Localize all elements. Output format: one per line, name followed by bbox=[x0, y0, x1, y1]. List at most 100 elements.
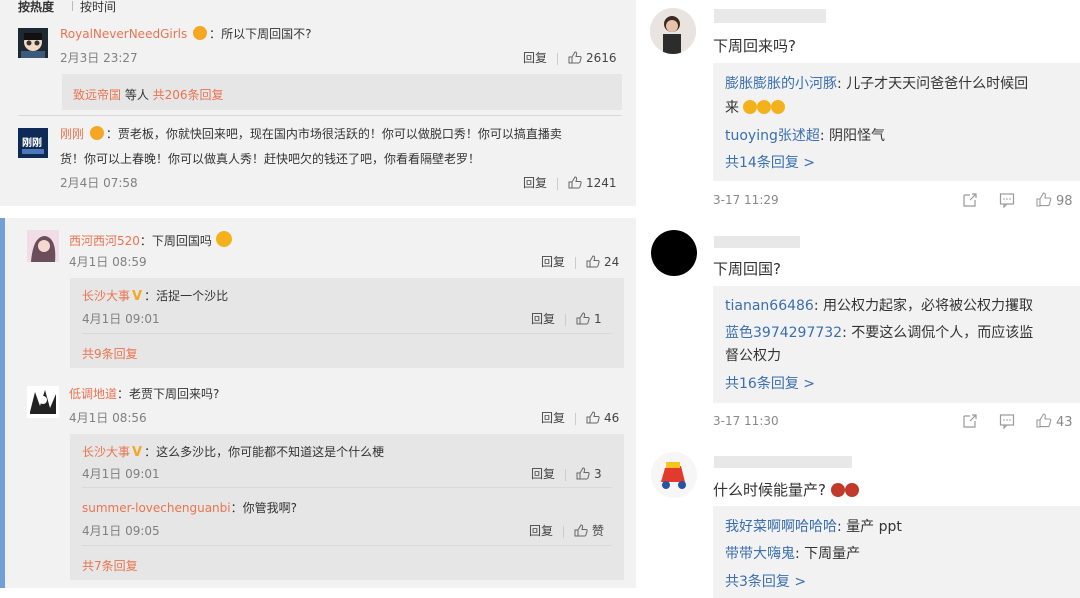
top-comment-panel: 按热度 按时间 RoyalNeverNeedGirls ：所以下周回国不? 2月… bbox=[0, 0, 636, 206]
divider bbox=[557, 177, 559, 190]
reply-text: : 下周量产 bbox=[795, 546, 861, 562]
comment-line: 刚刚 ：贾老板，你就快回来吧，现在国内市场很活跃的！你可以做脱口秀！你可以搞直播… bbox=[60, 125, 562, 142]
reply-button[interactable]: 回复 bbox=[529, 524, 553, 538]
thumb-up-icon bbox=[576, 312, 590, 325]
comment-text: ：贾老板，你就快回来吧，现在国内市场很活跃的！你可以做脱口秀！你可以搞直播卖 bbox=[105, 127, 562, 141]
reply-text: ：活捉一个沙比 bbox=[144, 289, 229, 303]
avatar[interactable] bbox=[18, 28, 48, 58]
reply-button[interactable]: 回复 bbox=[541, 255, 565, 269]
comment-button[interactable] bbox=[999, 192, 1015, 212]
comment-actions: 回复 24 bbox=[541, 253, 619, 270]
reply-username[interactable]: 带带大嗨鬼 bbox=[725, 546, 795, 562]
comment-line: RoyalNeverNeedGirls ：所以下周回国不? bbox=[60, 26, 312, 41]
comment-text: 下周回国? bbox=[713, 260, 781, 278]
like-button[interactable]: 46 bbox=[586, 411, 619, 425]
reply-button[interactable]: 回复 bbox=[531, 312, 555, 326]
reply-username[interactable]: tuoying张述超 bbox=[725, 128, 820, 144]
angry-bird-emoji-icon bbox=[830, 483, 845, 497]
thumb-up-icon bbox=[568, 51, 582, 64]
reply-username[interactable]: 蓝色3974297732 bbox=[725, 325, 842, 341]
reply-line: summer-lovechenguanbi：你管我啊? bbox=[82, 499, 297, 516]
comment-username[interactable]: 低调地道 bbox=[69, 387, 117, 401]
comment-text: 所以下周回国不? bbox=[221, 27, 312, 41]
like-button[interactable]: 赞 bbox=[574, 524, 604, 538]
avatar[interactable] bbox=[27, 386, 59, 418]
avatar[interactable] bbox=[651, 452, 697, 498]
like-button[interactable]: 24 bbox=[586, 255, 619, 269]
reply-text: : 不要这么调侃个人，而应该监 bbox=[842, 325, 1034, 341]
view-replies-link[interactable]: 共9条回复 bbox=[82, 345, 138, 362]
thumb-up-icon bbox=[574, 524, 588, 537]
like-button[interactable]: 1 bbox=[576, 312, 602, 326]
reply-username[interactable]: 膨胀膨胀的小河豚 bbox=[725, 76, 837, 92]
share-button[interactable] bbox=[962, 192, 978, 212]
reply-button[interactable]: 回复 bbox=[523, 51, 547, 65]
comment-actions: 回复 2616 bbox=[523, 49, 617, 66]
comment-time: 4月1日 08:59 bbox=[69, 255, 147, 269]
sort-by-time-tab[interactable]: 按时间 bbox=[80, 0, 116, 15]
sub-reply-user[interactable]: 致远帝国 bbox=[73, 88, 121, 102]
reply-button[interactable]: 回复 bbox=[531, 467, 555, 481]
comment-actions: 回复 46 bbox=[541, 409, 619, 426]
reply-text: ：你管我啊? bbox=[230, 501, 297, 515]
comment-icon bbox=[999, 193, 1015, 209]
dog-emoji-icon bbox=[215, 231, 232, 247]
avatar[interactable] bbox=[27, 230, 59, 262]
reply-text: ：这么多沙比，你可能都不知道这是个什么梗 bbox=[144, 445, 385, 459]
reply-line: tuoying张述超: 阴阳怪气 bbox=[725, 125, 885, 145]
share-button[interactable] bbox=[962, 413, 978, 433]
anime-avatar-icon bbox=[18, 28, 48, 58]
scroll-accent bbox=[0, 218, 5, 588]
comment-text-cont: 货！你可以上春晚！你可以做真人秀！赶快吧欠的钱还了吧，你看看隔壁老罗！ bbox=[60, 152, 481, 166]
share-icon bbox=[963, 193, 977, 207]
reply-time: 4月1日 09:01 bbox=[82, 312, 160, 326]
sub-reply-box: 长沙大事 V ：活捉一个沙比 4月1日 09:01 回复 1 共9条回复 bbox=[70, 278, 624, 368]
reply-username[interactable]: summer-lovechenguanbi bbox=[82, 501, 231, 515]
view-replies-link[interactable]: 共14条回复 > bbox=[725, 152, 815, 172]
reply-username[interactable]: tianan66486 bbox=[725, 298, 814, 314]
sort-by-hot-tab[interactable]: 按热度 bbox=[18, 0, 54, 15]
reply-username[interactable]: 我好菜啊啊哈哈哈 bbox=[725, 519, 837, 535]
sub-reply-box: 长沙大事 V ：这么多沙比，你可能都不知道这是个什么梗 4月1日 09:01 回复 3… bbox=[70, 434, 624, 580]
sub-reply-box: 致远帝国 等人 共206条回复 bbox=[62, 74, 622, 110]
like-button[interactable]: 3 bbox=[576, 467, 602, 481]
mid-comment-panel: 西河西河520：下周回国吗 4月1日 08:59 回复 24 长沙大事 V ：活捉一个… bbox=[0, 218, 636, 588]
comment-username[interactable]: RoyalNeverNeedGirls bbox=[60, 27, 187, 41]
reply-username[interactable]: 长沙大事 bbox=[82, 289, 130, 303]
comment-text: 什么时候能量产? bbox=[713, 481, 826, 499]
like-button[interactable]: 43 bbox=[1036, 413, 1073, 430]
thumb-up-icon bbox=[1036, 192, 1052, 207]
reply-button[interactable]: 回复 bbox=[523, 176, 547, 190]
reply-text: 来 bbox=[725, 100, 739, 116]
comment-icon bbox=[999, 414, 1015, 430]
comment-username[interactable]: 西河西河520 bbox=[69, 234, 140, 248]
divider bbox=[575, 256, 577, 269]
reply-line: 长沙大事 V ：活捉一个沙比 bbox=[82, 287, 228, 304]
view-replies-link[interactable]: 共3条回复 > bbox=[725, 571, 806, 591]
comment-time: 3-17 11:29 bbox=[713, 193, 779, 207]
like-button[interactable]: 2616 bbox=[568, 51, 617, 65]
fan-badge-icon bbox=[89, 126, 104, 140]
comment-text: ：老贾下周回来吗? bbox=[117, 387, 220, 401]
view-replies-link[interactable]: 共7条回复 bbox=[82, 557, 138, 574]
like-button[interactable]: 1241 bbox=[568, 176, 617, 190]
reply-time: 4月1日 09:05 bbox=[82, 524, 160, 538]
avatar[interactable]: 刚刚 bbox=[18, 128, 48, 158]
girl-avatar-icon bbox=[27, 230, 59, 262]
like-button[interactable]: 98 bbox=[1036, 192, 1073, 209]
avatar[interactable] bbox=[651, 230, 697, 276]
view-replies-link[interactable]: 共16条回复 > bbox=[725, 373, 815, 393]
comment-username[interactable]: 刚刚 bbox=[60, 127, 84, 141]
divider bbox=[18, 115, 622, 116]
divider bbox=[82, 333, 612, 334]
comment-line: 什么时候能量产? bbox=[713, 479, 859, 500]
avatar[interactable] bbox=[650, 8, 696, 54]
reply-button[interactable]: 回复 bbox=[541, 411, 565, 425]
text-avatar-icon: 刚刚 bbox=[18, 128, 48, 158]
reply-username[interactable]: 长沙大事 bbox=[82, 445, 130, 459]
angry-bird-emoji-icon bbox=[844, 483, 859, 497]
view-replies-link[interactable]: 共206条回复 bbox=[153, 88, 224, 102]
reply-actions: 回复 3 bbox=[531, 465, 602, 482]
sub-reply-summary: 致远帝国 等人 共206条回复 bbox=[73, 86, 224, 103]
comment-button[interactable] bbox=[999, 413, 1015, 433]
